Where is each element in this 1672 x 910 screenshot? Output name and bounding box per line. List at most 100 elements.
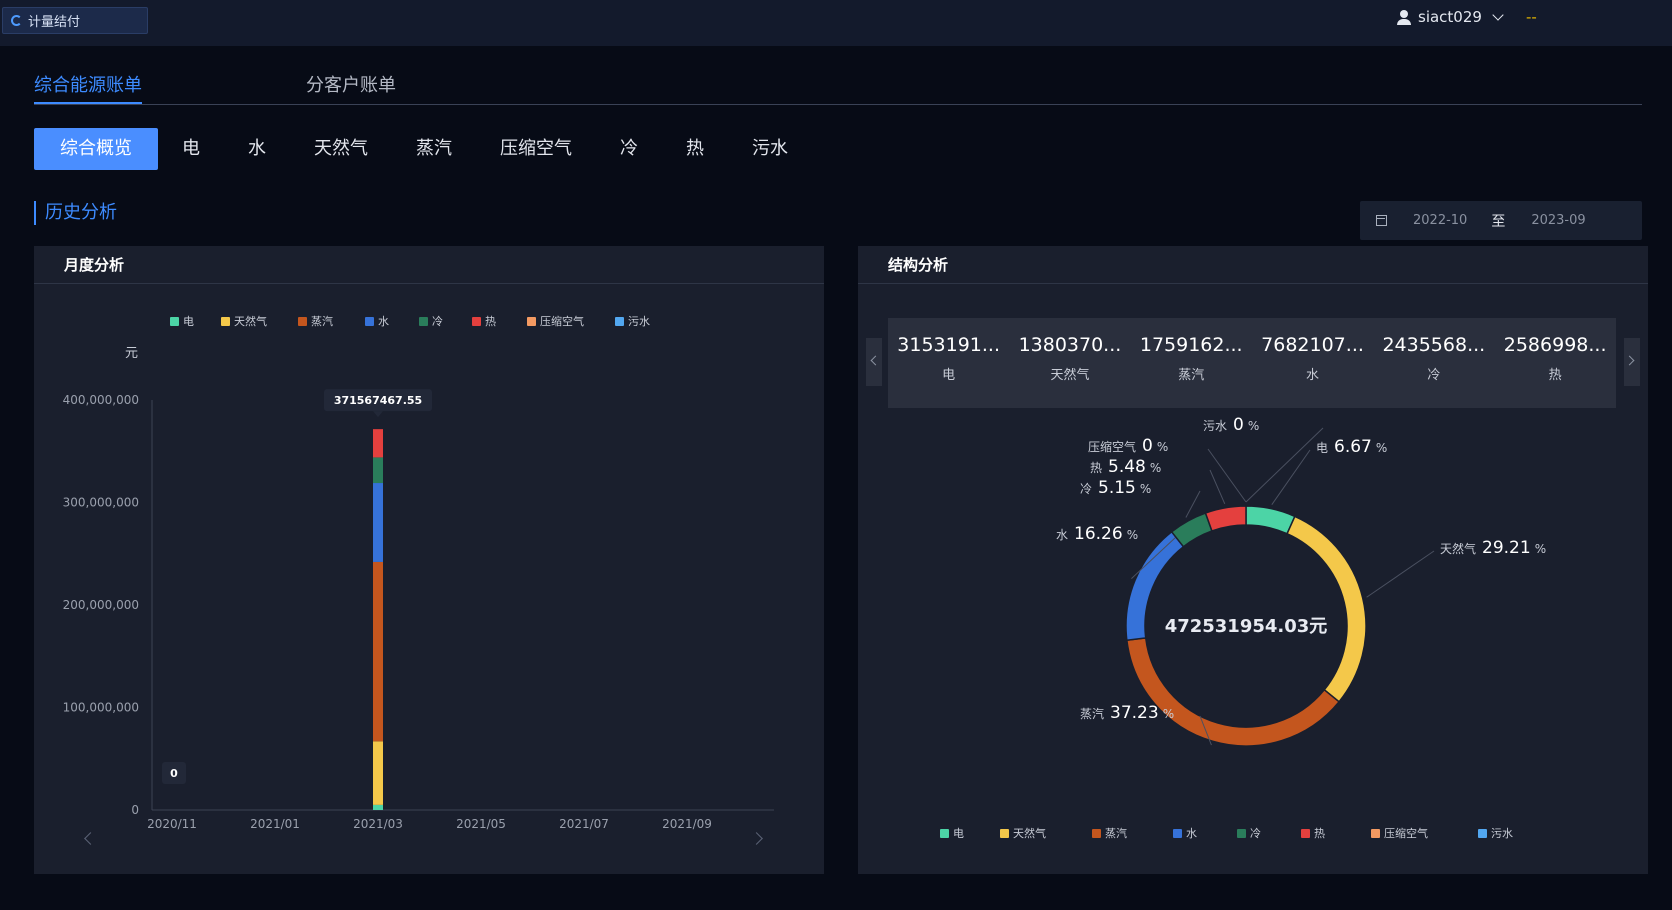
energy-summary-card[interactable]: 2435568... 冷 xyxy=(1373,318,1494,408)
percent-sign: % xyxy=(1150,461,1161,475)
slice-name: 污水 xyxy=(1203,419,1227,433)
tab-comprehensive-bill[interactable]: 综合能源账单 xyxy=(34,71,142,104)
subtab-natural-gas[interactable]: 天然气 xyxy=(290,128,392,170)
slice-label: 热 5.48% xyxy=(1090,457,1161,477)
legend-swatch xyxy=(365,316,374,326)
energy-summary-card[interactable]: 2586998... 热 xyxy=(1494,318,1615,408)
card-value: 1759162... xyxy=(1139,334,1243,356)
slice-name: 天然气 xyxy=(1440,541,1476,556)
energy-summary-card[interactable]: 3153191... 电 xyxy=(888,318,1009,408)
legend-item[interactable]: 天然气 xyxy=(1000,825,1046,841)
energy-summary-card[interactable]: 1380370... 天然气 xyxy=(1009,318,1130,408)
donut-slice xyxy=(1126,637,1341,747)
y-tick-label: 100,000,000 xyxy=(63,701,139,715)
legend-swatch xyxy=(1000,828,1009,838)
panel-title-structure: 结构分析 xyxy=(858,246,1648,284)
legend-label: 热 xyxy=(485,315,496,328)
slice-label: 天然气 29.21% xyxy=(1440,538,1546,558)
bar-segment xyxy=(373,457,383,484)
legend-swatch xyxy=(298,316,307,326)
legend-item[interactable]: 冷 xyxy=(1237,825,1261,841)
legend-label: 电 xyxy=(953,827,964,840)
legend-item[interactable]: 天然气 xyxy=(221,313,267,329)
x-tick-label: 2021/01 xyxy=(250,817,300,831)
refresh-icon xyxy=(11,15,22,26)
donut-slice xyxy=(1204,505,1247,532)
energy-summary-card[interactable]: 1759162... 蒸汽 xyxy=(1131,318,1252,408)
slice-label: 压缩空气 0% xyxy=(1088,436,1168,456)
slice-percent: 0 xyxy=(1142,436,1153,456)
legend-label: 蒸汽 xyxy=(1105,827,1127,840)
chevron-down-icon xyxy=(1492,9,1504,21)
legend-swatch xyxy=(472,316,481,326)
card-label: 电 xyxy=(942,368,956,383)
legend-item[interactable]: 污水 xyxy=(615,313,650,329)
app-tab-billing[interactable]: 计量结付 xyxy=(2,7,148,34)
legend-item[interactable]: 热 xyxy=(1301,825,1325,841)
legend-swatch xyxy=(1173,828,1182,838)
legend-swatch xyxy=(940,828,949,838)
slice-label: 水 16.26% xyxy=(1056,524,1138,544)
subtab-overview[interactable]: 综合概览 xyxy=(34,128,158,170)
legend-item[interactable]: 冷 xyxy=(419,313,443,329)
slice-percent: 5.48 xyxy=(1108,457,1146,477)
subtab-heating[interactable]: 热 xyxy=(662,128,728,170)
bar-segment xyxy=(373,741,383,805)
user-menu[interactable]: siact029 -- xyxy=(1397,7,1537,27)
legend-item[interactable]: 电 xyxy=(940,825,964,841)
subtab-sewage[interactable]: 污水 xyxy=(728,128,812,170)
legend-label: 水 xyxy=(378,315,389,328)
legend-item[interactable]: 水 xyxy=(365,313,389,329)
energy-summary-card[interactable]: 7682107... 水 xyxy=(1252,318,1373,408)
slice-name: 蒸汽 xyxy=(1080,706,1104,721)
chevron-left-icon xyxy=(870,355,881,366)
legend-label: 天然气 xyxy=(1013,827,1046,840)
legend-item[interactable]: 压缩空气 xyxy=(1371,825,1428,841)
legend-item[interactable]: 电 xyxy=(170,313,194,329)
legend-swatch xyxy=(170,316,179,326)
legend-item[interactable]: 水 xyxy=(1173,825,1197,841)
structure-donut-chart: 电 6.67 % 天然气 29.21 % 蒸汽 37.23 % 水 16.26 % 冷 5.15 % 热 5.4… xyxy=(1056,415,1546,747)
calendar-icon xyxy=(1376,215,1387,226)
legend-swatch xyxy=(1237,828,1246,838)
legend-item[interactable]: 蒸汽 xyxy=(1092,825,1127,841)
percent-sign: % xyxy=(1376,441,1387,455)
cards-prev-button[interactable] xyxy=(866,338,882,386)
subtab-compressed-air[interactable]: 压缩空气 xyxy=(476,128,596,170)
panel-title-monthly: 月度分析 xyxy=(34,246,824,284)
legend-item[interactable]: 热 xyxy=(472,313,496,329)
legend-swatch xyxy=(527,316,536,326)
legend-item[interactable]: 压缩空气 xyxy=(527,313,584,329)
subtab-electricity[interactable]: 电 xyxy=(158,128,224,170)
slice-label: 污水 0% xyxy=(1203,415,1259,435)
legend-item[interactable]: 蒸汽 xyxy=(298,313,333,329)
cards-next-button[interactable] xyxy=(1624,338,1640,386)
bill-tabs: 综合能源账单 分客户账单 xyxy=(34,67,1642,105)
slice-name: 水 xyxy=(1056,528,1068,542)
chart-tooltip: 371567467.55 xyxy=(324,389,432,418)
date-range-picker[interactable]: 2022-10 至 2023-09 xyxy=(1360,201,1642,240)
legend-label: 热 xyxy=(1314,827,1325,840)
percent-sign: % xyxy=(1535,542,1546,556)
tab-customer-bill[interactable]: 分客户账单 xyxy=(306,71,396,104)
legend-label: 电 xyxy=(183,315,194,328)
tooltip-pointer xyxy=(373,411,383,418)
legend-label: 污水 xyxy=(628,315,650,328)
x-tick-label: 2020/11 xyxy=(147,817,197,831)
card-value: 3153191... xyxy=(897,334,1001,356)
user-icon xyxy=(1397,9,1411,25)
legend-label: 污水 xyxy=(1491,827,1513,840)
x-tick-label: 2021/07 xyxy=(559,817,609,831)
date-end[interactable]: 2023-09 xyxy=(1531,213,1585,228)
slice-name: 热 xyxy=(1090,461,1102,475)
legend-label: 蒸汽 xyxy=(311,315,333,328)
date-start[interactable]: 2022-10 xyxy=(1413,213,1467,228)
percent-sign: % xyxy=(1163,707,1174,721)
status-placeholder: -- xyxy=(1525,8,1537,26)
subtab-steam[interactable]: 蒸汽 xyxy=(392,128,476,170)
leader-line xyxy=(1185,490,1201,518)
subtab-water[interactable]: 水 xyxy=(224,128,290,170)
legend-item[interactable]: 污水 xyxy=(1478,825,1513,841)
date-separator: 至 xyxy=(1491,213,1506,230)
subtab-cooling[interactable]: 冷 xyxy=(596,128,662,170)
